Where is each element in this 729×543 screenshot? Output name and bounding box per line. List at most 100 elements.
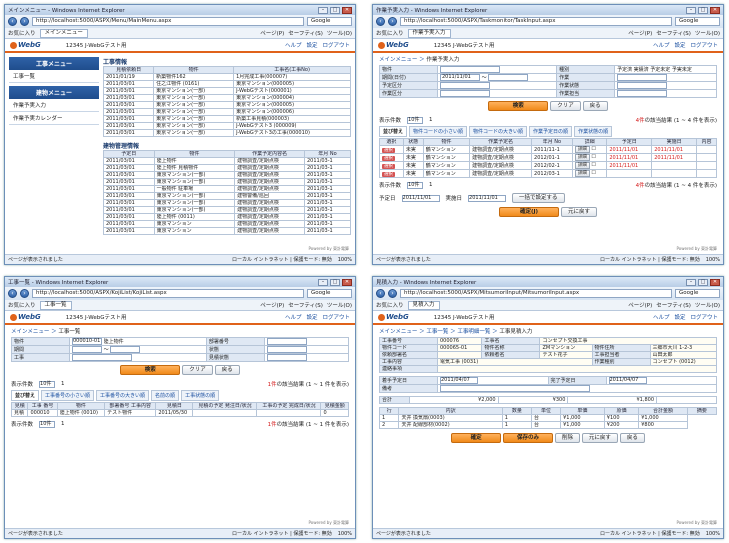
table-row[interactable]: 2011/03/01 東京マンション(一部) 建物調査/定期点検 2011/03-1 [103, 171, 352, 179]
table-row[interactable]: 2011/03/01 住之江物件 (0161) 東京マンション(000005) [102, 80, 351, 88]
bulk-set-button[interactable]: 一括で設定する [512, 193, 565, 203]
page-number[interactable]: 1 [429, 117, 433, 123]
end-date-input[interactable]: 2011/04/07 [608, 377, 647, 384]
maximize-button[interactable]: □ [330, 6, 340, 14]
forward-arrow-icon[interactable]: › [20, 289, 29, 298]
maximize-button[interactable]: □ [698, 6, 708, 14]
remarks-input[interactable] [440, 385, 590, 392]
date-from-input[interactable]: 2011/11/01 [440, 74, 480, 81]
search-button[interactable]: 検索 [120, 365, 181, 375]
close-button[interactable]: ✕ [710, 278, 720, 286]
checkbox[interactable]: ☐ [591, 147, 595, 153]
back-arrow-icon[interactable]: ‹ [376, 17, 385, 26]
table-row[interactable]: 2011/03/01 東京マンション(一部) J-WebGテスト(000001) [102, 87, 351, 95]
confirm-button[interactable]: 確定(J) [499, 207, 560, 217]
table-row[interactable]: 2011/03/01 東京マンション(一部) 建物調査/定期点検 2011/03-1 [103, 206, 352, 214]
address-bar[interactable]: http://localhost:5000/ASPX/KojiList/Koji… [32, 289, 304, 298]
select-button[interactable]: 選択 [382, 155, 395, 161]
status-select[interactable] [266, 346, 307, 353]
breadcrumb-link[interactable]: メインメニュー [379, 57, 417, 63]
favorites-button[interactable]: お気に入り [8, 29, 36, 37]
minimize-button[interactable]: – [318, 6, 328, 14]
task-state-input[interactable] [617, 82, 668, 89]
forward-arrow-icon[interactable]: › [388, 17, 397, 26]
browser-tab[interactable]: 作業予実入力 [407, 28, 451, 38]
address-bar[interactable]: http://localhost:5000/ASPX/MitsumoriInpu… [400, 289, 672, 298]
table-row[interactable]: 2011/03/01 東京マンション(一部) 東京マンション(000006) [102, 108, 351, 116]
back-arrow-icon[interactable]: ‹ [8, 17, 17, 26]
page-size-select[interactable]: 10件 [407, 116, 424, 124]
address-bar[interactable]: http://localhost:5000/ASPX/Menu/MainMenu… [32, 17, 304, 26]
table-row[interactable]: 2011/03/01 東京マンション(一部) 建物調査/定期点検 2011/03-1 [103, 199, 352, 207]
task-owner-input[interactable] [617, 90, 668, 97]
sort-tab[interactable]: 作業状態の順 [574, 126, 613, 137]
close-button[interactable]: ✕ [342, 278, 352, 286]
delete-button[interactable]: 削除 [554, 433, 580, 443]
sort-tab[interactable]: 物件コードの小さい順 [409, 126, 468, 137]
table-row[interactable]: 2011/03/01 陸上物件 (0011) 建物調査/定期点検 2011/03-1 [103, 213, 352, 221]
menu-item-task-calendar[interactable]: 作業予実カレンダー [9, 112, 99, 125]
search-box[interactable]: Google [307, 289, 352, 298]
construction-input[interactable] [72, 354, 132, 361]
table-row[interactable]: 2011/03/01 陸上物件 建物調査/定期点検 2011/03-1 [103, 157, 352, 165]
forward-arrow-icon[interactable]: › [388, 289, 397, 298]
table-row[interactable]: 2011/03/01 陸上物件 見積物件 建物調査/定期点検 2011/03-1 [103, 164, 352, 172]
table-row[interactable]: 2011/01/19 新築物件162 1月完成工事(000007) [102, 73, 351, 81]
table-row[interactable]: 1 天井 換気扇(0003) 1 台 ¥1,000 ¥100 ¥1,000 [378, 414, 717, 422]
task-input[interactable] [617, 74, 668, 81]
table-row[interactable]: 選択 未実 鶴マンション 建物調査/定期点検 2012/03-1 詳細 ☐ [379, 169, 717, 178]
safety-menu[interactable]: セーフティ(S) [656, 29, 691, 37]
page-menu[interactable]: ページ(P) [628, 29, 652, 37]
period-from-input[interactable] [72, 346, 102, 353]
estimate-status-select[interactable] [266, 354, 307, 361]
back-button[interactable]: 戻る [582, 101, 608, 111]
table-row[interactable]: 2011/03/01 東京マンション 建物調査/定期点検 2011/03-1 [103, 220, 352, 228]
title-bar[interactable]: 見積入力 - Windows Internet Explorer – □ ✕ [373, 277, 723, 287]
help-link[interactable]: ヘルプ [653, 41, 670, 49]
zoom-level[interactable]: 100% [338, 257, 352, 263]
table-row[interactable]: 選択 未実 鶴マンション 建物調査/定期点検 2011/11-1 詳細 ☐ 2011/11/… [379, 145, 717, 154]
table-row[interactable]: 2011/03/01 一般物件 駐車場 建物調査/定期点検 2011/03-1 [103, 185, 352, 193]
sort-tab[interactable]: 作業予定日の順 [529, 126, 573, 137]
search-box[interactable]: Google [675, 289, 720, 298]
table-row[interactable]: 2011/03/01 東京マンション(一部) 東京マンション(000004) [102, 94, 351, 102]
period-to-input[interactable] [110, 346, 141, 353]
checkbox[interactable]: ☐ [591, 171, 595, 177]
close-button[interactable]: ✕ [710, 6, 720, 14]
browser-tab[interactable]: メインメニュー [39, 28, 88, 38]
title-bar[interactable]: メインメニュー - Windows Internet Explorer – □ ✕ [5, 5, 355, 15]
kind-checkboxes[interactable]: 予定済 実績済 予定未定 予実未定 [614, 65, 717, 74]
detail-button[interactable]: 詳細 [574, 170, 590, 177]
settings-link[interactable]: 設定 [674, 41, 685, 49]
detail-button[interactable]: 詳細 [574, 162, 590, 169]
date-to-input[interactable] [488, 74, 529, 81]
title-bar[interactable]: 作業予実入力 - Windows Internet Explorer – □ ✕ [373, 5, 723, 15]
browser-tab[interactable]: 工事一覧 [39, 300, 72, 310]
restore-button[interactable]: 元に戻す [560, 207, 597, 217]
task-type-input[interactable] [440, 90, 490, 97]
forward-arrow-icon[interactable]: › [20, 17, 29, 26]
table-row[interactable]: 2011/03/01 東京マンション(一部) 新築工事見積(000003) [102, 115, 351, 123]
logout-link[interactable]: ログアウト [690, 41, 718, 49]
minimize-button[interactable]: – [318, 278, 328, 286]
minimize-button[interactable]: – [686, 6, 696, 14]
clear-button[interactable]: クリア [182, 365, 213, 375]
checkbox[interactable]: ☐ [591, 163, 595, 169]
sort-tab[interactable]: 物件コードの大きい順 [469, 126, 528, 137]
dept-input[interactable] [266, 338, 307, 345]
safety-menu[interactable]: セーフティ(S) [288, 29, 323, 37]
table-row[interactable]: 選択 未実 鶴マンション 建物調査/定期点検 2012/02-1 詳細 ☐ 2011/11/… [379, 161, 717, 170]
table-row[interactable]: 2011/03/01 東京マンション(一部) J-WebGテスト3 (000009) [102, 122, 351, 130]
property-input[interactable] [440, 66, 500, 73]
detail-button[interactable]: 詳細 [574, 154, 590, 161]
bulk-actual-date[interactable]: 2011/11/01 [468, 194, 507, 202]
select-button[interactable]: 選択 [382, 171, 395, 177]
table-row[interactable]: 2011/03/01 東京マンション(一部) J-WebGテスト3の工事(00001… [102, 129, 351, 137]
menu-item-construction-list[interactable]: 工事一覧 [9, 70, 99, 83]
restore-button[interactable]: 元に戻す [581, 433, 618, 443]
table-row[interactable]: 2011/03/01 東京マンション 建物調査/定期点検 2011/03-1 [103, 227, 352, 235]
checkbox[interactable]: ☐ [591, 155, 595, 161]
search-box[interactable]: Google [307, 17, 352, 26]
favorites-button[interactable]: お気に入り [376, 29, 404, 37]
table-row[interactable]: 見積 000010 陸上物件 (0010) テスト物件 2011/05/30 0 [10, 409, 349, 417]
